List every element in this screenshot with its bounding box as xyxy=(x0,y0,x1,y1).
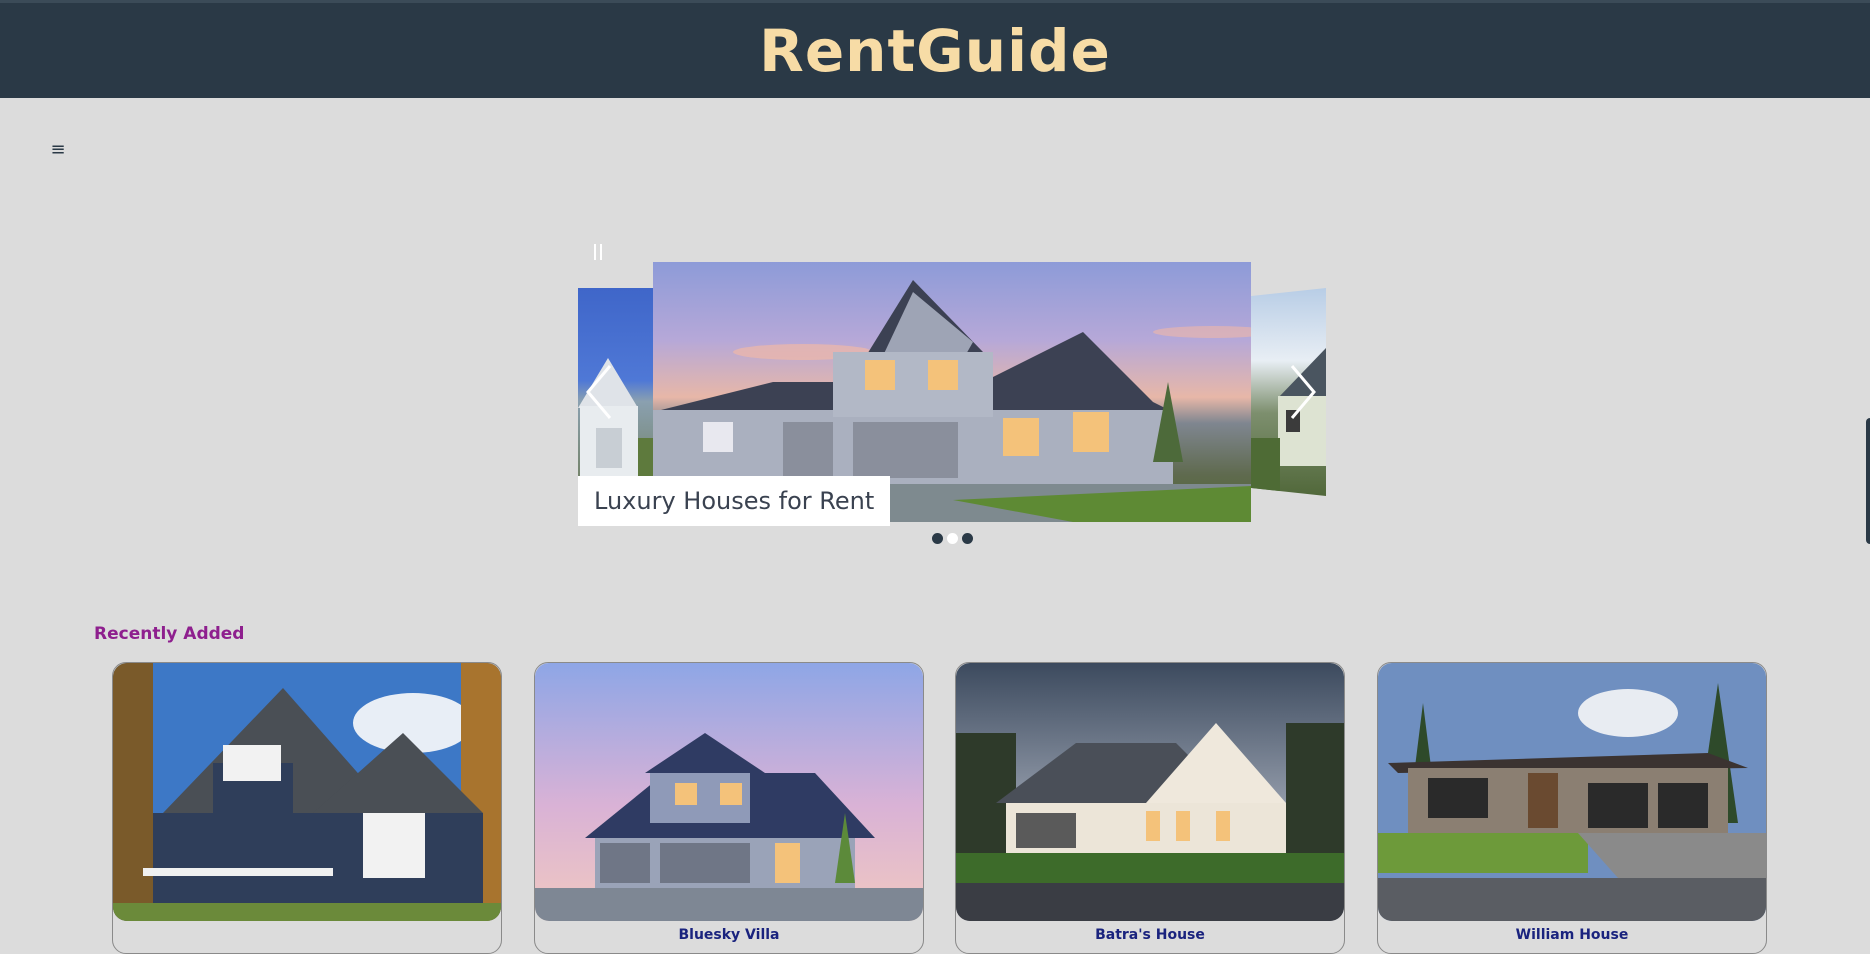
carousel-indicators xyxy=(932,529,977,544)
hamburger-icon[interactable]: ≡ xyxy=(48,140,68,160)
property-card[interactable]: Bluesky Villa xyxy=(534,662,924,954)
section-title-recently-added: Recently Added xyxy=(94,624,245,644)
house-image-icon xyxy=(956,663,1344,921)
property-photo xyxy=(956,663,1344,921)
carousel-dot-1[interactable] xyxy=(932,533,943,544)
brand-logo-text[interactable]: RentGuide xyxy=(0,17,1870,85)
property-photo xyxy=(113,663,501,921)
property-name[interactable]: Batra's House xyxy=(956,927,1344,943)
chevron-left-icon[interactable] xyxy=(584,362,614,422)
house-image-icon xyxy=(1378,663,1766,921)
property-photo xyxy=(535,663,923,921)
property-name[interactable]: Bluesky Villa xyxy=(535,927,923,943)
pause-icon[interactable] xyxy=(592,242,604,262)
property-card[interactable]: William House xyxy=(1377,662,1767,954)
property-card[interactable]: Batra's House xyxy=(955,662,1345,954)
carousel-caption: Luxury Houses for Rent xyxy=(578,476,891,526)
house-image-icon xyxy=(535,663,923,921)
property-photo xyxy=(1378,663,1766,921)
carousel-dot-3[interactable] xyxy=(962,533,973,544)
side-drawer-tab[interactable] xyxy=(1866,418,1870,544)
property-name[interactable]: William House xyxy=(1378,927,1766,943)
carousel-dot-2[interactable] xyxy=(947,533,958,544)
chevron-right-icon[interactable] xyxy=(1288,362,1318,422)
property-card[interactable] xyxy=(112,662,502,954)
top-header: RentGuide xyxy=(0,0,1870,98)
house-image-icon xyxy=(113,663,501,921)
